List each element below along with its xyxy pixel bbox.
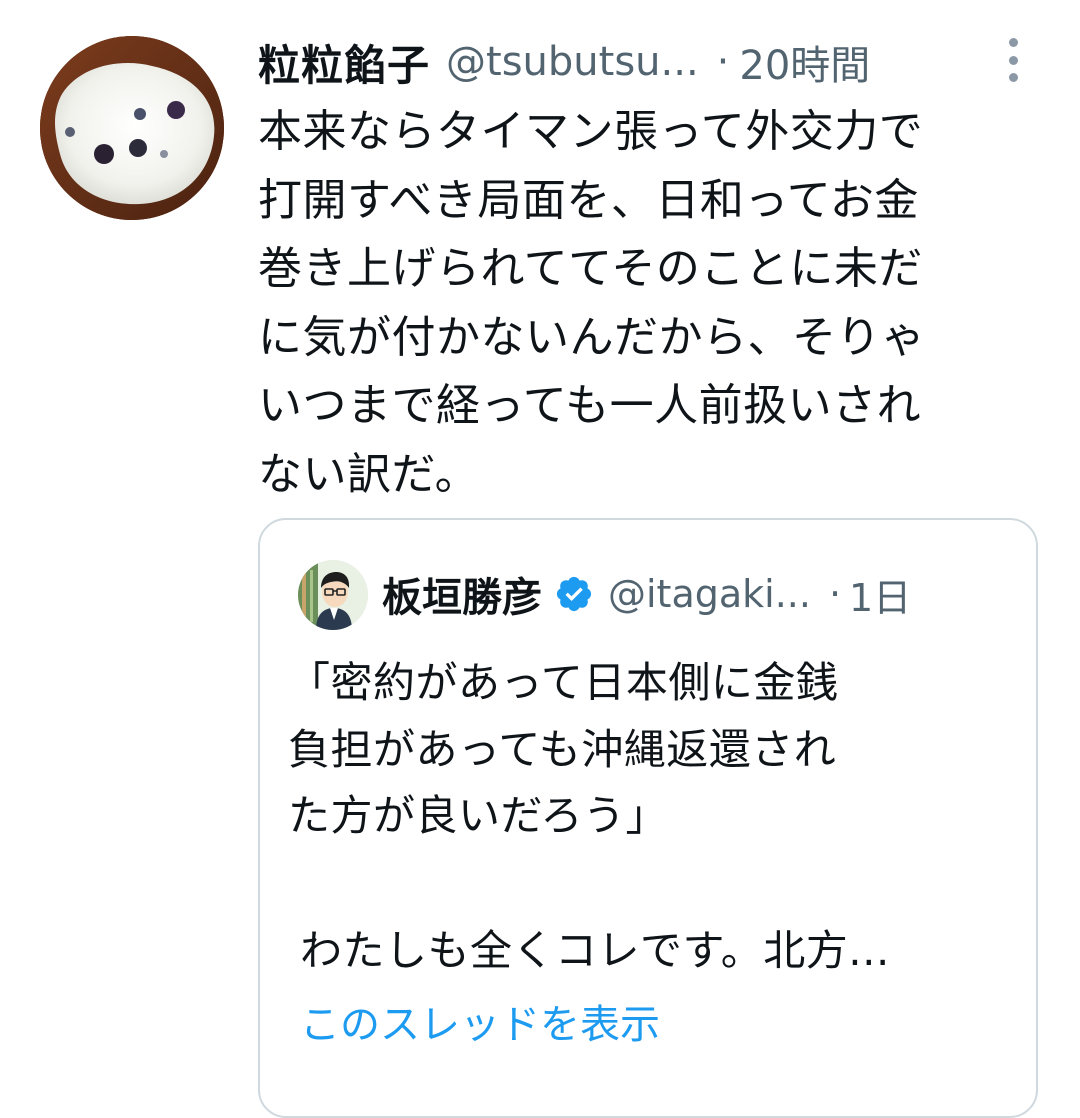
user-avatar-icon[interactable] [40, 36, 224, 220]
quoted-tweet[interactable]: 板垣勝彦 @itagaki... · 1日 「密約があって日本側に金銭 負担があ… [258, 518, 1038, 1118]
timestamp[interactable]: 20時間 [739, 33, 870, 91]
quoted-timestamp[interactable]: 1日 [849, 567, 911, 622]
tweet-header: 粒粒餡子 @tsubutsu... · 20時間 [258, 30, 1048, 94]
verified-badge-icon [556, 576, 592, 612]
tweet-text: 本来ならタイマン張って外交力で 打開すべき局面を、日和ってお金 巻き上げられてて… [258, 106, 926, 500]
display-name[interactable]: 粒粒餡子 [258, 32, 430, 93]
meta-separator: · [716, 39, 730, 85]
quoted-display-name[interactable]: 板垣勝彦 [382, 565, 542, 623]
quoted-user-handle[interactable]: @itagaki... [608, 572, 811, 616]
quoted-header: 板垣勝彦 @itagaki... · 1日 [382, 562, 911, 626]
show-thread-link[interactable]: このスレッドを表示 [300, 992, 660, 1050]
more-vertical-icon[interactable] [1000, 38, 1026, 82]
user-handle[interactable]: @tsubutsu... [446, 39, 699, 85]
tweet[interactable]: 粒粒餡子 @tsubutsu... · 20時間 本来ならタイマン張って外交力で… [0, 0, 1080, 1118]
quoted-tweet-text: 「密約があって日本側に金銭 負担があっても沖縄返還され た方が良いだろう」 [288, 658, 839, 840]
quoted-tweet-text-continued: わたしも全くコレです。北方... [300, 926, 890, 975]
quoted-avatar-icon[interactable] [298, 560, 368, 630]
quoted-meta-separator: · [828, 572, 842, 616]
